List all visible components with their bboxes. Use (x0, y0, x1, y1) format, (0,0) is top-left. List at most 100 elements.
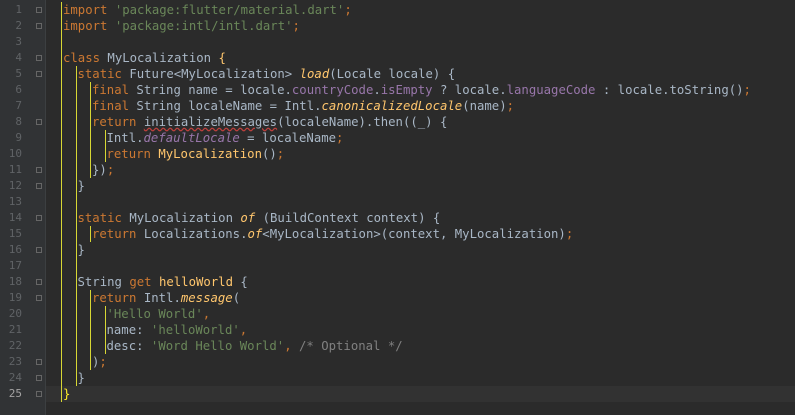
code-token: (Locale locale) { (329, 67, 456, 81)
line-number: 15 (8, 227, 22, 240)
code-token: ; (336, 131, 344, 145)
indent-guide (61, 18, 62, 34)
fold-marker-icon[interactable] (36, 7, 42, 13)
code-line[interactable]: }); (46, 162, 795, 178)
code-line[interactable] (46, 34, 795, 50)
code-line[interactable]: static MyLocalization of (BuildContext c… (46, 210, 795, 226)
code-text: return Intl.message( (92, 290, 240, 306)
code-token: 'package:intl/intl.dart' (114, 19, 293, 33)
code-token: () (261, 147, 277, 161)
code-token: return (92, 227, 144, 241)
indent-guide (75, 82, 77, 98)
fold-marker-icon[interactable] (36, 247, 42, 253)
code-token: static (77, 211, 130, 225)
indent-guide (75, 290, 77, 306)
code-token: String name = locale. (136, 83, 292, 97)
code-token: , (202, 307, 211, 321)
indent-guide (75, 146, 77, 162)
fold-marker-icon[interactable] (36, 55, 42, 61)
fold-marker-icon[interactable] (36, 359, 42, 365)
code-line[interactable]: } (46, 370, 795, 386)
code-area[interactable]: import 'package:flutter/material.dart'; i… (46, 0, 795, 415)
code-line[interactable]: return initializeMessages(localeName).th… (46, 114, 795, 130)
indent-guide (75, 194, 77, 210)
code-line[interactable]: } (46, 242, 795, 258)
code-line[interactable] (46, 258, 795, 274)
code-text: import 'package:intl/intl.dart'; (63, 18, 300, 34)
fold-marker-icon[interactable] (36, 23, 42, 29)
indent-guide (61, 306, 62, 322)
fold-marker-icon[interactable] (36, 295, 42, 301)
fold-marker-icon[interactable] (36, 375, 42, 381)
line-number: 10 (8, 147, 22, 160)
indent-guide (61, 98, 62, 114)
code-line[interactable]: import 'package:intl/intl.dart'; (46, 18, 795, 34)
line-number: 3 (15, 35, 22, 48)
indent-guide (61, 258, 62, 274)
indent-guide (75, 258, 77, 274)
code-token: } (77, 179, 85, 193)
code-token: ( (232, 291, 241, 305)
code-line[interactable]: Intl.defaultLocale = localeName; (46, 130, 795, 146)
code-token: class (63, 51, 108, 65)
line-number: 18 (8, 275, 22, 288)
code-line[interactable]: static Future<MyLocalization> load(Local… (46, 66, 795, 82)
code-token: , (284, 339, 299, 353)
indent-guide (75, 370, 77, 386)
code-text: import 'package:flutter/material.dart'; (63, 2, 352, 18)
fold-marker-icon[interactable] (36, 215, 42, 221)
code-token: ? locale. (432, 83, 507, 97)
code-line[interactable]: } (46, 178, 795, 194)
indent-guide (61, 50, 62, 66)
code-line[interactable]: String get helloWorld { (46, 274, 795, 290)
code-line[interactable]: import 'package:flutter/material.dart'; (46, 2, 795, 18)
line-number: 12 (8, 179, 22, 192)
line-number: 7 (15, 99, 22, 112)
code-line[interactable]: final String name = locale.countryCode.i… (46, 82, 795, 98)
indent-guide (75, 178, 77, 194)
line-number: 20 (8, 307, 22, 320)
fold-marker-icon[interactable] (36, 71, 42, 77)
code-line[interactable]: return Intl.message( (46, 290, 795, 306)
code-token: final (92, 83, 137, 97)
line-number: 25 (8, 387, 22, 400)
code-line[interactable]: final String localeName = Intl.canonical… (46, 98, 795, 114)
line-number: 6 (15, 83, 22, 96)
code-token: countryCode (291, 83, 374, 97)
indent-guide (90, 98, 91, 114)
code-line[interactable]: class MyLocalization { (46, 50, 795, 66)
indent-guide (61, 354, 62, 370)
code-line[interactable]: 'Hello World', (46, 306, 795, 322)
line-number: 19 (8, 291, 22, 304)
fold-marker-icon[interactable] (36, 183, 42, 189)
code-token: 'helloWorld' (150, 323, 240, 337)
code-token: defaultLocale (143, 131, 240, 145)
code-token: , (239, 323, 248, 337)
indent-guide (90, 162, 91, 178)
indent-guide (61, 2, 62, 18)
code-line[interactable]: name: 'helloWorld', (46, 322, 795, 338)
code-line[interactable]: } (46, 386, 795, 402)
fold-marker-icon[interactable] (36, 119, 42, 125)
code-line[interactable] (46, 194, 795, 210)
code-editor[interactable]: 1 2 3 4 5 6 7 8 9 10 11 12 13 14 15 16 17 18 19 20 21 22 23 24 2… (0, 0, 795, 415)
fold-marker-icon[interactable] (36, 391, 42, 397)
code-line[interactable]: desc: 'Word Hello World', /* Optional */ (46, 338, 795, 354)
code-line[interactable]: return MyLocalization(); (46, 146, 795, 162)
code-token: }) (92, 163, 107, 177)
line-number: 14 (8, 211, 22, 224)
code-token: . (373, 83, 381, 97)
line-number: 4 (15, 51, 22, 64)
code-line[interactable]: ); (46, 354, 795, 370)
indent-guide (75, 66, 77, 82)
code-text: class MyLocalization { (63, 50, 226, 66)
code-text: } (78, 178, 85, 194)
code-token: ; (99, 355, 107, 369)
fold-marker-icon[interactable] (36, 167, 42, 173)
code-token: (name) (462, 99, 507, 113)
line-number: 5 (15, 67, 22, 80)
line-number-gutter[interactable]: 1 2 3 4 5 6 7 8 9 10 11 12 13 14 15 16 17 18 19 20 21 22 23 24 2… (0, 0, 46, 415)
code-text: static MyLocalization of (BuildContext c… (78, 210, 441, 226)
fold-marker-icon[interactable] (36, 279, 42, 285)
code-line[interactable]: return Localizations.of<MyLocalization>(… (46, 226, 795, 242)
